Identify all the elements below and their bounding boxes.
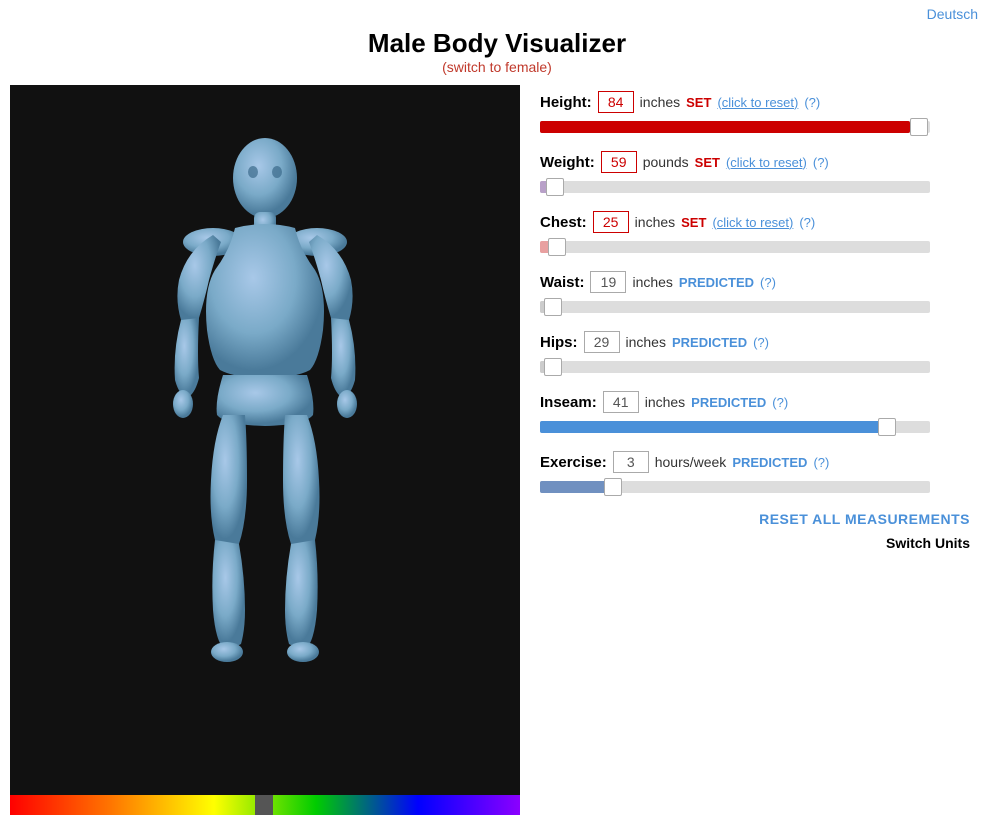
waist-row: Waist: 19 inches PREDICTED (?) — [540, 271, 974, 317]
inseam-row: Inseam: 41 inches PREDICTED (?) — [540, 391, 974, 437]
chest-reset-link[interactable]: (click to reset) — [712, 215, 793, 230]
reset-all-button[interactable]: RESET ALL MEASUREMENTS — [540, 511, 970, 527]
hips-unit: inches — [626, 334, 666, 350]
main-layout: Height: 84 inches SET (click to reset) (… — [0, 85, 994, 815]
exercise-unit: hours/week — [655, 454, 727, 470]
height-row: Height: 84 inches SET (click to reset) (… — [540, 91, 974, 137]
height-unit: inches — [640, 94, 680, 110]
height-slider-track — [540, 121, 930, 133]
viewer-panel — [10, 85, 520, 815]
waist-slider[interactable] — [540, 297, 974, 317]
hips-label: Hips: — [540, 334, 578, 351]
height-reset-link[interactable]: (click to reset) — [717, 95, 798, 110]
inseam-slider-fill — [540, 421, 880, 433]
inseam-slider-track — [540, 421, 930, 433]
waist-help-link[interactable]: (?) — [760, 275, 776, 290]
inseam-help-link[interactable]: (?) — [772, 395, 788, 410]
exercise-help-link[interactable]: (?) — [813, 455, 829, 470]
height-slider-fill — [540, 121, 910, 133]
exercise-slider-fill — [540, 481, 610, 493]
hips-help-link[interactable]: (?) — [753, 335, 769, 350]
exercise-row: Exercise: 3 hours/week PREDICTED (?) — [540, 451, 974, 497]
hips-predicted-label: PREDICTED — [672, 335, 747, 350]
body-figure — [145, 120, 385, 760]
inseam-predicted-label: PREDICTED — [691, 395, 766, 410]
height-value[interactable]: 84 — [598, 91, 634, 113]
height-help-link[interactable]: (?) — [804, 95, 820, 110]
waist-predicted-label: PREDICTED — [679, 275, 754, 290]
inseam-value[interactable]: 41 — [603, 391, 639, 413]
hips-slider[interactable] — [540, 357, 974, 377]
weight-slider-track — [540, 181, 930, 193]
chest-row: Chest: 25 inches SET (click to reset) (?… — [540, 211, 974, 257]
exercise-predicted-label: PREDICTED — [732, 455, 807, 470]
weight-slider-thumb[interactable] — [546, 178, 564, 196]
hips-slider-track — [540, 361, 930, 373]
weight-reset-link[interactable]: (click to reset) — [726, 155, 807, 170]
chest-unit: inches — [635, 214, 675, 230]
controls-panel: Height: 84 inches SET (click to reset) (… — [520, 85, 984, 561]
weight-label: Weight: — [540, 154, 595, 171]
height-slider-thumb[interactable] — [910, 118, 928, 136]
chest-set-label: SET — [681, 215, 706, 230]
body-canvas — [10, 85, 520, 795]
hips-value[interactable]: 29 — [584, 331, 620, 353]
inseam-unit: inches — [645, 394, 685, 410]
chest-value[interactable]: 25 — [593, 211, 629, 233]
color-bar[interactable] — [10, 795, 520, 815]
height-set-label: SET — [686, 95, 711, 110]
bottom-buttons: RESET ALL MEASUREMENTS Switch Units — [540, 511, 974, 551]
color-bar-thumb[interactable] — [255, 795, 273, 815]
exercise-slider-thumb[interactable] — [604, 478, 622, 496]
weight-row: Weight: 59 pounds SET (click to reset) (… — [540, 151, 974, 197]
hips-slider-thumb[interactable] — [544, 358, 562, 376]
inseam-slider-thumb[interactable] — [878, 418, 896, 436]
inseam-label: Inseam: — [540, 394, 597, 411]
exercise-label: Exercise: — [540, 454, 607, 471]
hips-row: Hips: 29 inches PREDICTED (?) — [540, 331, 974, 377]
waist-value[interactable]: 19 — [590, 271, 626, 293]
exercise-slider-track — [540, 481, 930, 493]
chest-label: Chest: — [540, 214, 587, 231]
waist-label: Waist: — [540, 274, 584, 291]
waist-unit: inches — [632, 274, 672, 290]
weight-value[interactable]: 59 — [601, 151, 637, 173]
weight-help-link[interactable]: (?) — [813, 155, 829, 170]
height-label: Height: — [540, 94, 592, 111]
chest-help-link[interactable]: (?) — [799, 215, 815, 230]
chest-slider-thumb[interactable] — [548, 238, 566, 256]
weight-unit: pounds — [643, 154, 689, 170]
exercise-slider[interactable] — [540, 477, 974, 497]
switch-units-button[interactable]: Switch Units — [540, 535, 970, 551]
inseam-slider[interactable] — [540, 417, 974, 437]
exercise-value[interactable]: 3 — [613, 451, 649, 473]
waist-slider-thumb[interactable] — [544, 298, 562, 316]
waist-slider-track — [540, 301, 930, 313]
chest-slider[interactable] — [540, 237, 974, 257]
weight-slider[interactable] — [540, 177, 974, 197]
page-title: Male Body Visualizer — [0, 28, 994, 59]
switch-gender-link[interactable]: (switch to female) — [0, 59, 994, 75]
chest-slider-track — [540, 241, 930, 253]
weight-set-label: SET — [695, 155, 720, 170]
language-link[interactable]: Deutsch — [927, 6, 978, 22]
height-slider[interactable] — [540, 117, 974, 137]
